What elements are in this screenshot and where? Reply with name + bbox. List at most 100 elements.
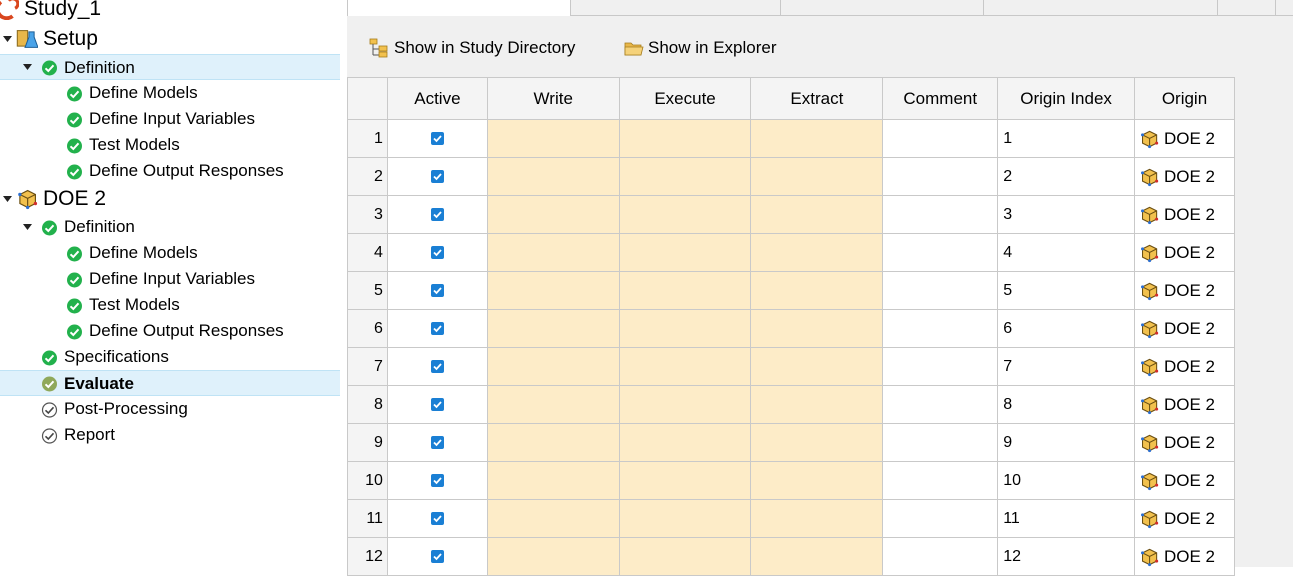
- table-row[interactable]: 6 6 DOE 2: [347, 309, 1235, 348]
- tab[interactable]: [571, 0, 781, 15]
- write-cell[interactable]: [486, 119, 620, 158]
- extract-cell[interactable]: [750, 423, 884, 462]
- expand-toggle-icon[interactable]: [21, 55, 33, 79]
- extract-cell[interactable]: [750, 309, 884, 348]
- tree-node[interactable]: Definition: [0, 214, 340, 240]
- expand-toggle-icon[interactable]: [21, 214, 33, 240]
- table-row[interactable]: 2 2 DOE 2: [347, 157, 1235, 196]
- table-row[interactable]: 12 12 DOE 2: [347, 537, 1235, 576]
- active-checkbox[interactable]: [430, 245, 444, 259]
- column-header[interactable]: Origin: [1134, 77, 1235, 120]
- active-checkbox[interactable]: [430, 283, 444, 297]
- study-tree[interactable]: Study_1 Setup Definition Define Models Defin…: [0, 0, 342, 567]
- expand-toggle-icon[interactable]: [1, 24, 13, 54]
- tree-node[interactable]: Report: [0, 422, 340, 448]
- active-cell[interactable]: [386, 423, 488, 462]
- tab[interactable]: [984, 0, 1218, 15]
- show-in-study-directory-button[interactable]: Show in Study Directory: [369, 36, 575, 60]
- comment-cell[interactable]: [882, 499, 999, 538]
- extract-cell[interactable]: [750, 157, 884, 196]
- extract-cell[interactable]: [750, 347, 884, 386]
- tree-node[interactable]: Define Models: [0, 80, 340, 106]
- active-cell[interactable]: [386, 309, 488, 348]
- active-cell[interactable]: [386, 499, 488, 538]
- active-checkbox[interactable]: [430, 473, 444, 487]
- execute-cell[interactable]: [618, 461, 752, 500]
- comment-cell[interactable]: [882, 385, 999, 424]
- tree-node[interactable]: Define Input Variables: [0, 266, 340, 292]
- column-header[interactable]: Comment: [882, 77, 999, 120]
- write-cell[interactable]: [486, 461, 620, 500]
- write-cell[interactable]: [486, 537, 620, 576]
- active-checkbox[interactable]: [430, 511, 444, 525]
- tree-node[interactable]: Setup: [0, 24, 340, 54]
- extract-cell[interactable]: [750, 499, 884, 538]
- write-cell[interactable]: [486, 385, 620, 424]
- table-row[interactable]: 1 1 DOE 2: [347, 119, 1235, 158]
- tab[interactable]: [1218, 0, 1276, 15]
- active-cell[interactable]: [386, 537, 488, 576]
- table-row[interactable]: 7 7 DOE 2: [347, 347, 1235, 386]
- active-cell[interactable]: [386, 195, 488, 234]
- tree-node[interactable]: Test Models: [0, 292, 340, 318]
- execute-cell[interactable]: [618, 157, 752, 196]
- write-cell[interactable]: [486, 309, 620, 348]
- comment-cell[interactable]: [882, 309, 999, 348]
- extract-cell[interactable]: [750, 195, 884, 234]
- active-checkbox[interactable]: [430, 435, 444, 449]
- tree-node[interactable]: Define Output Responses: [0, 318, 340, 344]
- column-header[interactable]: [347, 77, 388, 120]
- active-checkbox[interactable]: [430, 397, 444, 411]
- extract-cell[interactable]: [750, 233, 884, 272]
- tab-active[interactable]: [347, 0, 571, 16]
- write-cell[interactable]: [486, 499, 620, 538]
- tree-node[interactable]: Evaluate: [0, 370, 340, 396]
- table-row[interactable]: 9 9 DOE 2: [347, 423, 1235, 462]
- tree-node[interactable]: Define Output Responses: [0, 158, 340, 184]
- write-cell[interactable]: [486, 157, 620, 196]
- column-header[interactable]: Execute: [618, 77, 752, 120]
- tree-node[interactable]: Define Models: [0, 240, 340, 266]
- execute-cell[interactable]: [618, 119, 752, 158]
- write-cell[interactable]: [486, 347, 620, 386]
- tree-node[interactable]: Post-Processing: [0, 396, 340, 422]
- table-row[interactable]: 5 5 DOE 2: [347, 271, 1235, 310]
- execute-cell[interactable]: [618, 309, 752, 348]
- comment-cell[interactable]: [882, 423, 999, 462]
- tree-node[interactable]: Test Models: [0, 132, 340, 158]
- table-row[interactable]: 3 3 DOE 2: [347, 195, 1235, 234]
- tree-node[interactable]: Definition: [0, 54, 340, 80]
- active-checkbox[interactable]: [430, 321, 444, 335]
- column-header[interactable]: Active: [386, 77, 488, 120]
- active-cell[interactable]: [386, 271, 488, 310]
- execute-cell[interactable]: [618, 233, 752, 272]
- tab[interactable]: [781, 0, 984, 15]
- execute-cell[interactable]: [618, 385, 752, 424]
- extract-cell[interactable]: [750, 537, 884, 576]
- column-header[interactable]: Write: [486, 77, 620, 120]
- active-cell[interactable]: [386, 461, 488, 500]
- active-cell[interactable]: [386, 347, 488, 386]
- expand-toggle-icon[interactable]: [1, 184, 13, 214]
- comment-cell[interactable]: [882, 233, 999, 272]
- extract-cell[interactable]: [750, 385, 884, 424]
- tree-node[interactable]: Specifications: [0, 344, 340, 370]
- tree-node[interactable]: Study_1: [0, 0, 340, 24]
- write-cell[interactable]: [486, 195, 620, 234]
- active-cell[interactable]: [386, 385, 488, 424]
- comment-cell[interactable]: [882, 537, 999, 576]
- write-cell[interactable]: [486, 233, 620, 272]
- active-checkbox[interactable]: [430, 169, 444, 183]
- comment-cell[interactable]: [882, 157, 999, 196]
- execute-cell[interactable]: [618, 499, 752, 538]
- execute-cell[interactable]: [618, 537, 752, 576]
- execute-cell[interactable]: [618, 271, 752, 310]
- active-checkbox[interactable]: [430, 131, 444, 145]
- active-cell[interactable]: [386, 119, 488, 158]
- table-row[interactable]: 11 11 DOE 2: [347, 499, 1235, 538]
- comment-cell[interactable]: [882, 461, 999, 500]
- write-cell[interactable]: [486, 271, 620, 310]
- execute-cell[interactable]: [618, 347, 752, 386]
- comment-cell[interactable]: [882, 347, 999, 386]
- comment-cell[interactable]: [882, 119, 999, 158]
